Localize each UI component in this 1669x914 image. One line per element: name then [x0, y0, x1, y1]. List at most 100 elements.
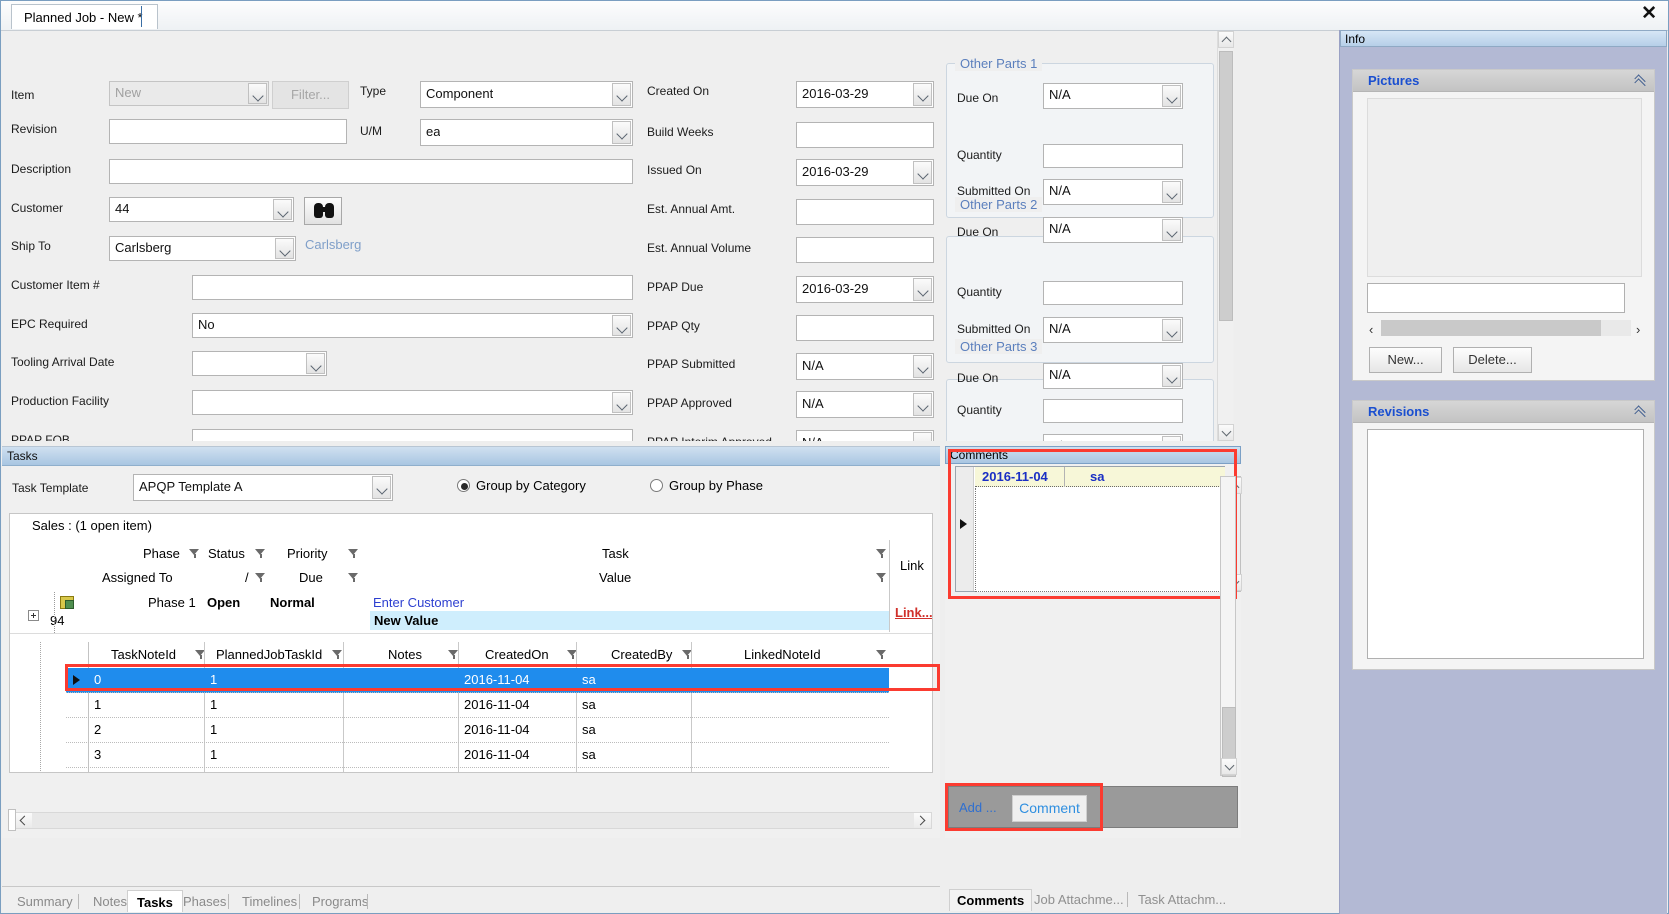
- item-combo[interactable]: New: [109, 81, 269, 106]
- filter-funnel-icon[interactable]: [189, 548, 200, 559]
- build-weeks-input[interactable]: [796, 122, 934, 148]
- tab-summary[interactable]: Summary: [8, 890, 82, 912]
- comment-header-row[interactable]: 2016-11-04 sa: [975, 467, 1225, 487]
- note-col-linkednoteid[interactable]: LinkedNoteId: [744, 647, 821, 662]
- note-col-createdon[interactable]: CreatedOn: [485, 647, 549, 662]
- col-priority[interactable]: Priority: [287, 546, 327, 561]
- filter-funnel-icon[interactable]: [876, 572, 887, 583]
- form-scrollbar[interactable]: [1217, 31, 1234, 441]
- op1-submitted-on-combo[interactable]: N/A: [1043, 179, 1183, 205]
- col-link[interactable]: Link: [900, 558, 924, 573]
- cmt-tab-job-attachments[interactable]: Job Attachme...: [1027, 889, 1131, 911]
- filter-funnel-icon[interactable]: [348, 548, 359, 559]
- tab-phases[interactable]: Phases: [174, 890, 235, 912]
- table-row[interactable]: 2 1 2016-11-04 sa: [66, 718, 889, 743]
- radio-group-by-phase[interactable]: [650, 479, 663, 492]
- revisions-card-header[interactable]: Revisions: [1353, 401, 1654, 423]
- chevron-up-icon[interactable]: [1635, 408, 1646, 416]
- col-status[interactable]: Status: [208, 546, 245, 561]
- task-template-combo[interactable]: APQP Template A: [133, 474, 393, 501]
- est-annual-volume-input[interactable]: [796, 237, 934, 263]
- created-on-combo[interactable]: 2016-03-29: [796, 81, 934, 108]
- filter-funnel-icon[interactable]: [348, 572, 359, 583]
- ppap-interim-approved-combo[interactable]: N/A: [796, 430, 934, 441]
- filter-funnel-icon[interactable]: [255, 548, 266, 559]
- tab-timelines[interactable]: Timelines: [233, 890, 306, 912]
- note-col-notes[interactable]: Notes: [388, 647, 422, 662]
- table-row[interactable]: 1 1 2016-11-04 sa: [66, 693, 889, 718]
- pictures-new-button[interactable]: New...: [1369, 347, 1442, 373]
- add-comment-link[interactable]: Add ...: [959, 800, 997, 815]
- comments-panel-scrollbar[interactable]: [1220, 476, 1237, 777]
- revisions-list[interactable]: [1367, 429, 1644, 659]
- document-tab[interactable]: Planned Job - New *: [11, 4, 158, 29]
- col-value[interactable]: Value: [599, 570, 631, 585]
- op2-due-on-combo[interactable]: N/A: [1043, 217, 1183, 243]
- cmt-tab-comments[interactable]: Comments: [949, 889, 1033, 911]
- customer-combo[interactable]: 44: [109, 197, 294, 222]
- col-task[interactable]: Task: [602, 546, 629, 561]
- filter-funnel-icon[interactable]: [876, 649, 887, 660]
- ppap-due-combo[interactable]: 2016-03-29: [796, 276, 934, 303]
- ppap-qty-input[interactable]: [796, 315, 934, 341]
- comment-button[interactable]: Comment: [1012, 795, 1087, 822]
- table-row[interactable]: 4 1 2016-11-04 sa: [66, 768, 889, 772]
- epc-required-combo[interactable]: No: [192, 313, 633, 338]
- note-col-plannedjobtaskid[interactable]: PlannedJobTaskId: [216, 647, 322, 662]
- est-annual-amt-input[interactable]: [796, 199, 934, 225]
- op3-submitted-on-combo[interactable]: N/A: [1043, 434, 1183, 441]
- filter-funnel-icon[interactable]: [255, 572, 266, 583]
- op2-submitted-on-combo[interactable]: N/A: [1043, 317, 1183, 343]
- scroll-grip[interactable]: [8, 809, 16, 831]
- production-facility-combo[interactable]: [192, 390, 633, 415]
- ship-to-combo[interactable]: Carlsberg: [109, 236, 296, 261]
- customer-item-input[interactable]: [192, 275, 633, 300]
- um-combo[interactable]: ea: [420, 119, 633, 146]
- pictures-preview-area[interactable]: [1367, 98, 1642, 277]
- cmt-tab-task-attachments[interactable]: Task Attachm...: [1131, 889, 1233, 911]
- scroll-right-icon[interactable]: [914, 813, 931, 828]
- col-phase[interactable]: Phase: [143, 546, 180, 561]
- pictures-card-header[interactable]: Pictures: [1353, 70, 1654, 92]
- pictures-delete-button[interactable]: Delete...: [1453, 347, 1532, 373]
- picture-name-input[interactable]: [1367, 283, 1625, 313]
- task-row-expander-icon[interactable]: [28, 610, 39, 621]
- scroll-left-icon[interactable]: [15, 813, 32, 828]
- op3-due-on-combo[interactable]: N/A: [1043, 363, 1183, 389]
- task-row-link-action[interactable]: Link...: [895, 605, 932, 620]
- col-due[interactable]: Due: [299, 570, 323, 585]
- issued-on-combo[interactable]: 2016-03-29: [796, 159, 934, 186]
- note-col-createdby[interactable]: CreatedBy: [611, 647, 672, 662]
- radio-group-by-category[interactable]: [457, 479, 470, 492]
- table-row[interactable]: 0 1 2016-11-04 sa: [66, 668, 889, 693]
- comment-body-area[interactable]: [975, 488, 1225, 592]
- tooling-arrival-date-combo[interactable]: [192, 351, 327, 376]
- task-row-task-link[interactable]: Enter Customer: [373, 595, 464, 610]
- table-row[interactable]: 3 1 2016-11-04 sa: [66, 743, 889, 768]
- scroll-thumb[interactable]: [1219, 51, 1233, 321]
- pictures-next-icon[interactable]: ›: [1636, 322, 1640, 337]
- op1-due-on-combo[interactable]: N/A: [1043, 83, 1183, 109]
- customer-search-binoculars-icon[interactable]: [304, 197, 342, 225]
- revision-input[interactable]: [109, 119, 347, 144]
- op2-quantity-input[interactable]: [1043, 281, 1183, 305]
- ppap-submitted-combo[interactable]: N/A: [796, 353, 934, 380]
- description-input[interactable]: [109, 159, 633, 184]
- scroll-down-icon[interactable]: [1221, 758, 1237, 775]
- pictures-hscrollbar[interactable]: [1381, 320, 1631, 336]
- scroll-down-icon[interactable]: [1218, 424, 1234, 441]
- note-col-tasknoteid[interactable]: TaskNoteId: [111, 647, 176, 662]
- filter-button[interactable]: Filter...: [272, 81, 349, 109]
- ppap-fob-input[interactable]: [192, 429, 633, 441]
- pictures-prev-icon[interactable]: ‹: [1369, 322, 1373, 337]
- col-assigned-to[interactable]: Assigned To: [102, 570, 173, 585]
- close-icon[interactable]: ✕: [1636, 3, 1662, 24]
- op1-quantity-input[interactable]: [1043, 144, 1183, 168]
- filter-funnel-icon[interactable]: [332, 649, 343, 660]
- scroll-up-icon[interactable]: [1218, 31, 1234, 48]
- ppap-approved-combo[interactable]: N/A: [796, 391, 934, 418]
- tasks-hscrollbar[interactable]: [14, 812, 932, 829]
- type-combo[interactable]: Component: [420, 81, 633, 108]
- op3-quantity-input[interactable]: [1043, 399, 1183, 423]
- scroll-thumb[interactable]: [1381, 320, 1601, 336]
